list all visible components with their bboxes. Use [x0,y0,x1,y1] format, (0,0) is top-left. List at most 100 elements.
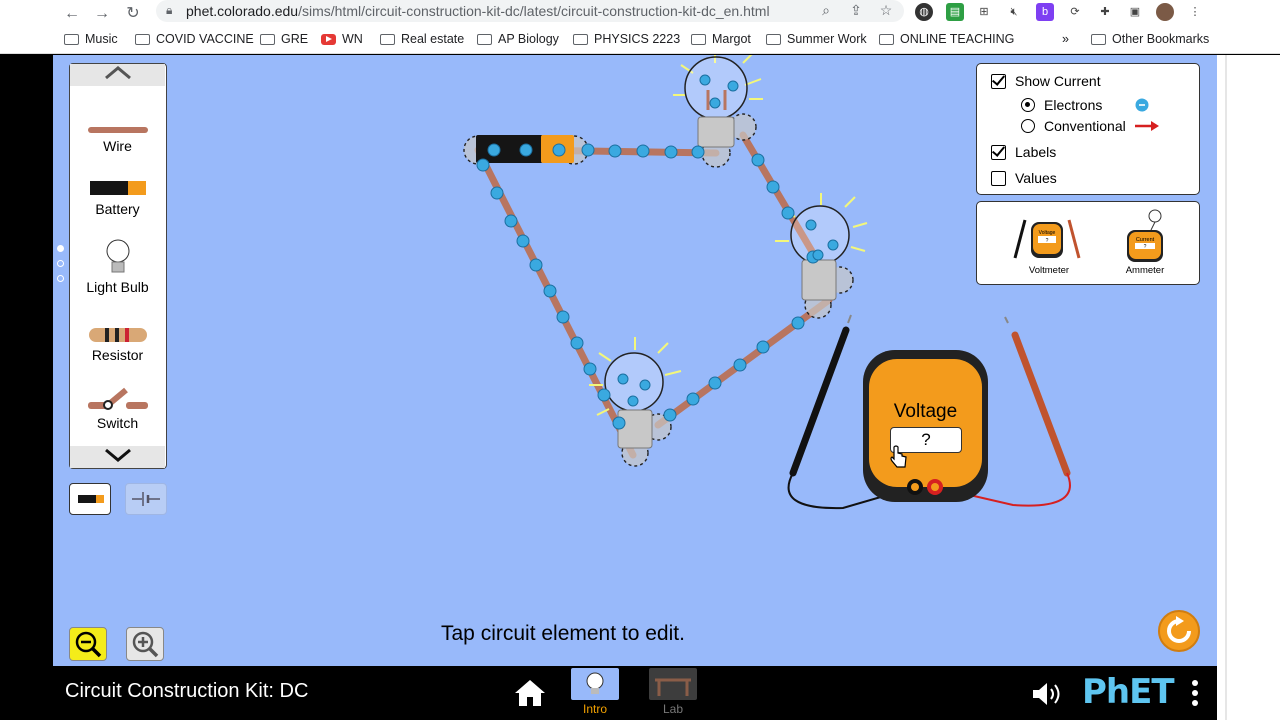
switch-icon [87,387,148,410]
bookmark-gre[interactable]: GRE [260,32,308,46]
folder-icon [477,33,492,45]
bookmarks-overflow[interactable]: » [1062,32,1069,46]
profile-avatar[interactable] [1156,3,1174,21]
toolbox-resistor[interactable]: Resistor [70,326,165,363]
toolbox-switch-label: Switch [96,415,139,431]
page-side-strip [1217,55,1280,720]
conventional-label: Conventional [1044,118,1126,134]
battery-icon [89,181,146,195]
wire-icon [87,127,148,133]
bookmark-real-estate[interactable]: Real estate [380,32,464,46]
extension-sync-icon[interactable]: ⟳ [1066,3,1084,21]
bookmark-music[interactable]: Music [64,32,118,46]
folder-icon [766,33,781,45]
screen-intro-button[interactable]: Intro [570,668,620,716]
bookmark-margot[interactable]: Margot [691,32,751,46]
share-icon[interactable]: ⇪ [846,2,866,19]
bookmark-physics-2223[interactable]: PHYSICS 2223 [573,32,680,46]
mute-tab-icon[interactable]: 🔇︎ [1005,3,1023,21]
voltmeter-red-probe[interactable] [1004,316,1071,477]
voltmeter-black-probe[interactable] [789,314,852,477]
intro-thumbnail [571,668,619,700]
phet-menu-icon[interactable] [1190,678,1200,710]
page-dot[interactable] [57,275,64,282]
show-current-label: Show Current [1015,73,1101,89]
voltmeter-title: Voltage [893,401,958,422]
values-label: Values [1015,170,1057,186]
ammeter-icon: Current ? [1127,209,1163,262]
voltmeter-label: Voltmeter [1028,265,1070,276]
zoom-icon[interactable]: ⌕ [816,2,836,19]
show-current-checkbox[interactable] [991,74,1006,89]
browser-menu-icon[interactable]: ⋮ [1186,3,1204,21]
labels-checkbox[interactable] [991,145,1006,160]
values-checkbox[interactable] [991,171,1006,186]
display-options-panel: Show Current Electrons Conventional Labe… [976,63,1200,195]
chevron-up-icon [104,66,131,80]
electrons-label: Electrons [1044,97,1103,113]
bookmark-online-teaching[interactable]: ONLINE TEACHING [879,32,1014,46]
bookmark-covid-vaccine[interactable]: COVID VACCINE [135,32,254,46]
extension-globe-icon[interactable]: ◍ [915,3,933,21]
toolbox-wire[interactable]: Wire [70,122,165,154]
bookmark-star-icon[interactable]: ☆ [876,2,896,19]
sidebar-icon[interactable]: ▣ [1126,3,1144,21]
toolbox-light-bulb[interactable]: Light Bulb [70,238,165,295]
electron-icon [1135,98,1149,112]
conventional-radio[interactable] [1021,119,1035,133]
component-toolbox: Wire Battery Light Bulb Resistor Switch [69,63,167,469]
light-bulb-icon [106,239,129,273]
sound-icon[interactable] [1030,680,1064,708]
toolbox-scroll-up[interactable] [70,64,165,86]
address-bar[interactable]: 🔒︎ phet.colorado.edu/sims/html/circuit-c… [156,0,904,22]
screen-lab-button[interactable]: Lab [648,668,698,716]
page-dot[interactable] [57,245,64,252]
letterbox-left [0,55,53,666]
browser-toolbar: ← → ↻ 🔒︎ phet.colorado.edu/sims/html/cir… [0,0,1280,28]
reset-all-button[interactable] [1158,610,1200,652]
lab-thumbnail [649,668,697,700]
battery-icon [78,495,104,503]
chevron-down-icon [104,448,131,462]
zoom-out-button[interactable] [69,627,107,661]
ammeter-label: Ammeter [1125,265,1165,276]
toolbox-light-bulb-label: Light Bulb [86,279,149,295]
simulation-area[interactable]: Wire Battery Light Bulb Resistor Switch [53,55,1217,666]
extension-grid-icon[interactable]: ⊞ [975,3,993,21]
url-text: phet.colorado.edu/sims/html/circuit-cons… [186,3,770,19]
toolbox-battery-label: Battery [95,201,140,217]
page-dot[interactable] [57,260,64,267]
zoom-in-icon [132,631,159,658]
toolbox-scroll-down[interactable] [70,446,165,468]
schematic-view-button[interactable] [125,483,167,515]
extension-b-icon[interactable]: b [1036,3,1054,21]
carousel-page-dots [57,245,64,290]
electrons-radio[interactable] [1021,98,1035,112]
toolbox-voltmeter[interactable]: Voltage ? [1009,214,1085,264]
reload-icon[interactable]: ↻ [121,2,145,26]
voltmeter-body[interactable] [863,350,988,502]
hand-cursor-icon [890,445,907,468]
toolbox-battery[interactable]: Battery [70,178,165,217]
forward-icon[interactable]: → [90,2,114,26]
extension-green-icon[interactable]: ▤ [946,3,964,21]
bookmark-ap-biology[interactable]: AP Biology [477,32,559,46]
lock-icon: 🔒︎ [166,3,173,17]
back-icon[interactable]: ← [60,2,84,26]
toolbox-ammeter[interactable]: Current ? [1123,208,1165,264]
toolbox-switch[interactable]: Switch [70,386,165,431]
folder-icon [135,33,150,45]
ammeter-icon-reading: ? [1144,244,1147,250]
bookmark-summer-work[interactable]: Summer Work [766,32,867,46]
extensions-puzzle-icon[interactable]: ✚ [1096,3,1114,21]
phet-logo[interactable]: PhET [1082,672,1175,712]
bookmark-wn[interactable]: WN [321,32,363,46]
zoom-in-button[interactable] [126,627,164,661]
home-icon[interactable] [512,678,548,708]
folder-icon [573,33,588,45]
lifelike-view-button[interactable] [69,483,111,515]
bookmark-other[interactable]: Other Bookmarks [1091,32,1209,46]
light-bulb-icon [586,672,604,694]
voltmeter-icon: Voltage ? [1013,219,1081,259]
conventional-arrow-icon [1135,121,1159,131]
